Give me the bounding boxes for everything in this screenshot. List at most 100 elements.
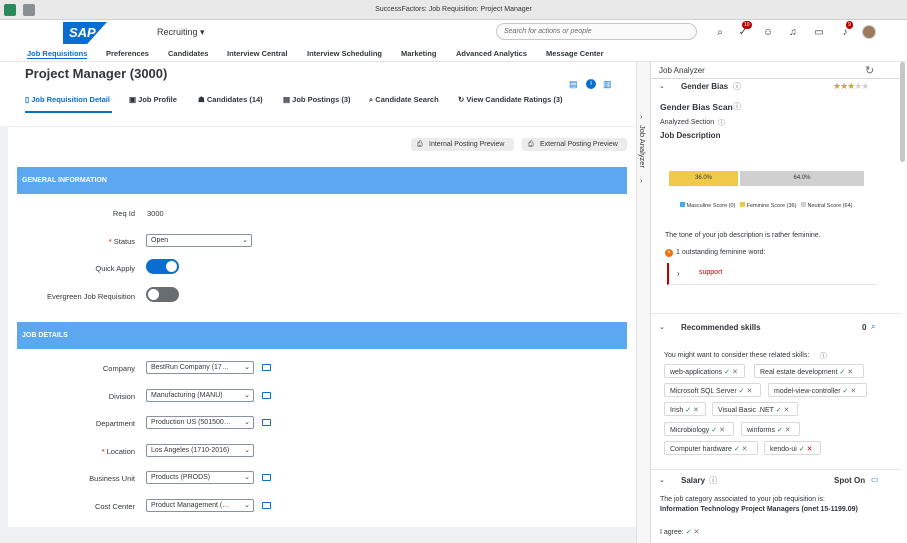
details-card-icon[interactable]: [262, 502, 271, 509]
skill-chip[interactable]: kendo-ui ✓ ✕: [764, 441, 821, 455]
document-icon[interactable]: ▤: [569, 79, 578, 90]
accept-icon[interactable]: ✓: [685, 407, 691, 414]
skill-label: Microsoft SQL Server: [670, 388, 737, 395]
reject-icon[interactable]: ✕: [850, 388, 856, 395]
tab-job-requisition-detail[interactable]: ▯ Job Requisition Detail: [25, 95, 110, 104]
details-card-icon[interactable]: [262, 364, 271, 371]
feminine-bar-label: 36.0%: [694, 175, 712, 181]
chat-icon[interactable]: ☺: [761, 26, 775, 40]
accept-icon[interactable]: ✓: [839, 369, 845, 376]
department-select[interactable]: Production US (501500… ⌄: [146, 416, 254, 429]
reject-icon[interactable]: ✕: [693, 407, 699, 414]
refresh-icon[interactable]: ↻: [865, 64, 874, 77]
chevron-down-icon[interactable]: ⌄: [659, 82, 665, 90]
business-unit-select[interactable]: Products (PRODS) ⌄: [146, 471, 254, 484]
help-icon[interactable]: ⓘ: [709, 475, 717, 486]
search-input[interactable]: Search for actions or people: [496, 23, 697, 40]
location-label: * Location: [10, 447, 135, 456]
evergreen-toggle[interactable]: [146, 287, 179, 302]
nav-preferences[interactable]: Preferences: [106, 49, 149, 58]
nav-advanced-analytics[interactable]: Advanced Analytics: [456, 49, 527, 58]
trash-icon[interactable]: ▥: [603, 79, 612, 90]
skill-chip[interactable]: web-applications ✓ ✕: [664, 364, 745, 378]
tab-label: Job Requisition Detail: [31, 95, 110, 104]
skill-chip[interactable]: Real estate development ✓ ✕: [754, 364, 864, 378]
tab-view-candidate-ratings[interactable]: ↻ View Candidate Ratings (3): [458, 95, 563, 104]
nav-marketing[interactable]: Marketing: [401, 49, 436, 58]
avatar[interactable]: [862, 25, 876, 39]
button-label: External Posting Preview: [540, 141, 618, 148]
reject-icon[interactable]: ✕: [746, 388, 752, 395]
recommended-skills-count: 0: [862, 323, 867, 332]
reject-icon[interactable]: ✕: [785, 427, 791, 434]
company-select[interactable]: BestRun Company (17… ⌄: [146, 361, 254, 374]
accept-icon[interactable]: ✓: [777, 427, 783, 434]
accept-icon[interactable]: ✓: [734, 446, 740, 453]
panel-scrollbar[interactable]: [900, 62, 905, 162]
location-select[interactable]: Los Angeles (1710-2016) ⌄: [146, 444, 254, 457]
cost-center-select[interactable]: Product Management (… ⌄: [146, 499, 254, 512]
skill-chip[interactable]: Microsoft SQL Server ✓ ✕: [664, 383, 761, 397]
search-icon[interactable]: ⌕: [871, 322, 875, 332]
tab-candidate-search[interactable]: ⌕ Candidate Search: [369, 95, 439, 105]
chevron-down-icon[interactable]: ⌄: [659, 476, 665, 484]
tab-candidates[interactable]: ☗ Candidates (14): [198, 95, 263, 104]
book-icon[interactable]: ▭: [812, 26, 826, 40]
status-select[interactable]: Open ⌄: [146, 234, 252, 247]
reject-icon[interactable]: ✕: [742, 446, 748, 453]
internal-posting-preview-button[interactable]: ⎙ Internal Posting Preview: [411, 138, 514, 151]
skill-chip[interactable]: model-view-controller ✓ ✕: [768, 383, 867, 397]
agree-label: I agree: ✓ ✕: [660, 528, 699, 536]
skill-chip[interactable]: Microbiology ✓ ✕: [664, 422, 734, 436]
nav-candidates[interactable]: Candidates: [168, 49, 208, 58]
division-select[interactable]: Manufacturing (MANU) ⌄: [146, 389, 254, 402]
help-icon[interactable]: ⓘ: [733, 81, 741, 92]
chevron-down-icon[interactable]: ⌄: [659, 323, 665, 331]
help-icon[interactable]: ⓘ: [820, 351, 827, 361]
gender-bias-scan-title: Gender Bias Scan: [660, 102, 733, 112]
chevron-down-icon: ⌄: [244, 447, 250, 454]
help-icon[interactable]: ⓘ: [733, 101, 741, 112]
nav-job-requisitions[interactable]: Job Requisitions: [27, 49, 88, 59]
outstanding-words-text: 1 outstanding feminine word:: [676, 249, 766, 256]
chevron-right-icon[interactable]: ›: [640, 178, 642, 185]
chevron-right-icon[interactable]: ›: [677, 269, 680, 278]
tab-label: Job Profile: [138, 95, 177, 104]
headset-icon[interactable]: ♫: [786, 26, 800, 40]
reject-icon[interactable]: ✕: [732, 369, 738, 376]
nav-interview-central[interactable]: Interview Central: [227, 49, 287, 58]
details-card-icon[interactable]: [262, 419, 271, 426]
accept-icon[interactable]: ✓: [776, 407, 782, 414]
nav-message-center[interactable]: Message Center: [546, 49, 604, 58]
reject-icon[interactable]: ✕: [784, 407, 790, 414]
reject-icon[interactable]: ✕: [719, 427, 725, 434]
chevron-right-icon[interactable]: ›: [640, 114, 642, 121]
reject-icon[interactable]: ✕: [694, 529, 700, 536]
skill-chip[interactable]: winforms ✓ ✕: [741, 422, 800, 436]
tab-job-postings[interactable]: ▤ Job Postings (3): [283, 95, 351, 104]
accept-icon[interactable]: ✓: [711, 427, 717, 434]
tab-job-profile[interactable]: ▣ Job Profile: [129, 95, 177, 104]
job-analyzer-vertical-tab[interactable]: Job Analyzer: [638, 125, 647, 168]
skill-chip[interactable]: Visual Basic .NET ✓ ✕: [712, 402, 798, 416]
skill-chip[interactable]: Irish ✓ ✕: [664, 402, 706, 416]
external-posting-preview-button[interactable]: ⎙ External Posting Preview: [522, 138, 627, 151]
skill-chip[interactable]: Computer hardware ✓ ✕: [664, 441, 758, 455]
help-icon[interactable]: ⓘ: [718, 118, 725, 128]
accept-icon[interactable]: ✓: [724, 369, 730, 376]
nav-interview-scheduling[interactable]: Interview Scheduling: [307, 49, 382, 58]
reject-icon[interactable]: ✕: [807, 446, 813, 453]
details-card-icon[interactable]: [262, 474, 271, 481]
accept-icon[interactable]: ✓: [842, 388, 848, 395]
accept-icon[interactable]: ✓: [799, 446, 805, 453]
quick-apply-label: Quick Apply: [95, 264, 135, 273]
accept-icon[interactable]: ✓: [739, 388, 745, 395]
quick-apply-toggle[interactable]: [146, 259, 179, 274]
book-icon[interactable]: ▭: [871, 475, 879, 484]
search-icon[interactable]: ⌕: [713, 26, 727, 40]
module-switcher[interactable]: Recruiting ▾: [157, 27, 205, 38]
reject-icon[interactable]: ✕: [847, 369, 853, 376]
accept-icon[interactable]: ✓: [686, 529, 692, 536]
details-card-icon[interactable]: [262, 392, 271, 399]
info-icon[interactable]: i: [586, 79, 596, 89]
